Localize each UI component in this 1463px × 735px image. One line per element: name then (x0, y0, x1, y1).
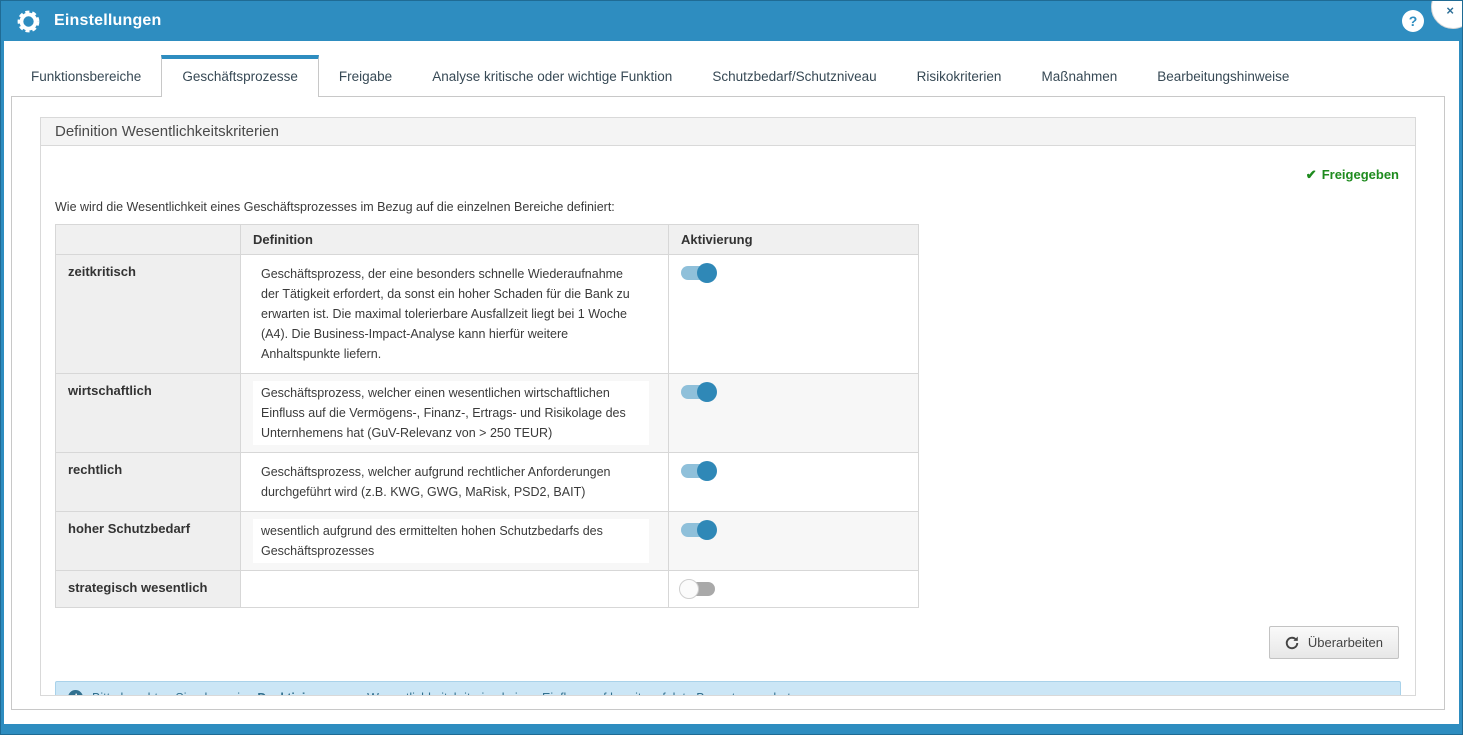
tab-bearbeitungshinweise[interactable]: Bearbeitungshinweise (1137, 55, 1309, 96)
tab-geschaeftsprozesse[interactable]: Geschäftsprozesse (161, 55, 319, 97)
toggle-knob (697, 263, 717, 283)
button-row: Überarbeiten (55, 626, 1399, 659)
criterion-definition: Geschäftsprozess, welcher einen wesentli… (253, 381, 649, 445)
criterion-definition: Geschäftsprozess, der eine besonders sch… (253, 262, 649, 366)
column-header-definition: Definition (241, 225, 669, 255)
tab-massnahmen[interactable]: Maßnahmen (1021, 55, 1137, 96)
info-bar: i Bitte beachten Sie, dass eine Deaktivi… (55, 681, 1401, 696)
table-row-hoher-schutzbedarf: hoher Schutzbedarf wesentlich aufgrund d… (56, 512, 919, 571)
criterion-definition: Geschäftsprozess, welcher aufgrund recht… (253, 460, 649, 504)
criterion-label: strategisch wesentlich (56, 571, 241, 608)
table-header-row: Definition Aktivierung (56, 225, 919, 255)
activation-toggle-wirtschaftlich[interactable] (681, 385, 715, 399)
status-label: Freigegeben (1322, 167, 1399, 182)
ueberarbeiten-button[interactable]: Überarbeiten (1269, 626, 1399, 659)
toggle-knob (697, 520, 717, 540)
help-icon[interactable]: ? (1402, 10, 1424, 32)
column-header-criterion (56, 225, 241, 255)
table-row-wirtschaftlich: wirtschaftlich Geschäftsprozess, welcher… (56, 374, 919, 453)
activation-toggle-rechtlich[interactable] (681, 464, 715, 478)
activation-toggle-zeitkritisch[interactable] (681, 266, 715, 280)
criterion-label: hoher Schutzbedarf (56, 512, 241, 571)
panel-body: ✔ Freigegeben Wie wird die Wesentlichkeit… (41, 146, 1415, 696)
criteria-table: Definition Aktivierung zeitkritisch Gesc… (55, 224, 919, 608)
tab-content-container: Definition Wesentlichkeitskriterien ✔ Fre… (11, 97, 1445, 710)
status-badge: ✔ Freigegeben (1306, 167, 1399, 182)
toggle-knob (679, 579, 699, 599)
panel-title: Definition Wesentlichkeitskriterien (41, 118, 1415, 146)
window-title: Einstellungen (54, 12, 162, 30)
toggle-knob (697, 461, 717, 481)
table-row-strategisch-wesentlich: strategisch wesentlich (56, 571, 919, 608)
tab-analyse-kritische-funktion[interactable]: Analyse kritische oder wichtige Funktion (412, 55, 692, 96)
tab-schutzbedarf-schutzniveau[interactable]: Schutzbedarf/Schutzniveau (692, 55, 896, 96)
column-header-aktivierung: Aktivierung (669, 225, 919, 255)
info-message: Bitte beachten Sie, dass eine Deaktivier… (92, 691, 794, 697)
ueberarbeiten-button-label: Überarbeiten (1308, 635, 1383, 650)
criterion-label: rechtlich (56, 453, 241, 512)
activation-toggle-hoher-schutzbedarf[interactable] (681, 523, 715, 537)
table-row-zeitkritisch: zeitkritisch Geschäftsprozess, der eine … (56, 255, 919, 374)
check-icon: ✔ (1306, 167, 1317, 182)
gear-icon (15, 8, 42, 35)
criterion-label: zeitkritisch (56, 255, 241, 374)
activation-toggle-strategisch-wesentlich[interactable] (681, 582, 715, 596)
tab-funktionsbereiche[interactable]: Funktionsbereiche (11, 55, 161, 96)
toggle-knob (697, 382, 717, 402)
info-message-bold: Deaktivierung (257, 691, 340, 697)
tab-freigabe[interactable]: Freigabe (319, 55, 412, 96)
table-row-rechtlich: rechtlich Geschäftsprozess, welcher aufg… (56, 453, 919, 512)
close-icon[interactable]: × (1446, 4, 1454, 17)
criterion-definition (253, 588, 269, 592)
refresh-icon (1285, 636, 1299, 650)
title-bar: Einstellungen ? × (1, 1, 1462, 41)
criterion-label: wirtschaftlich (56, 374, 241, 453)
criterion-definition: wesentlich aufgrund des ermittelten hohe… (253, 519, 649, 563)
tab-risikokriterien[interactable]: Risikokriterien (897, 55, 1022, 96)
wesentlichkeitskriterien-panel: Definition Wesentlichkeitskriterien ✔ Fre… (40, 117, 1416, 696)
info-icon: i (68, 690, 83, 696)
tab-bar: Funktionsbereiche Geschäftsprozesse Frei… (11, 55, 1445, 97)
window-body: Funktionsbereiche Geschäftsprozesse Frei… (4, 41, 1459, 724)
status-row: ✔ Freigegeben (57, 166, 1399, 184)
table-description: Wie wird die Wesentlichkeit eines Geschä… (55, 200, 1401, 214)
settings-window: Einstellungen ? × Funktionsbereiche Gesc… (0, 0, 1463, 735)
